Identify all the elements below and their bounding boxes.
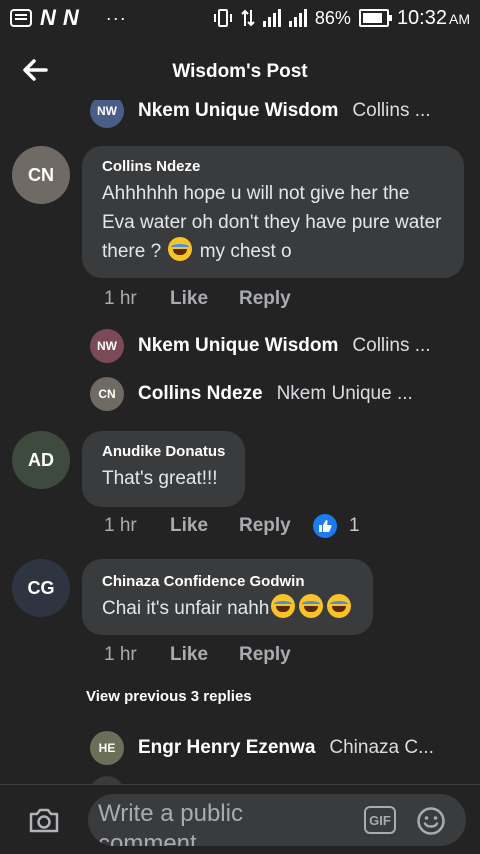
reply-preview-row[interactable]: NW Nkem Unique Wisdom Collins ...: [90, 329, 464, 363]
comment: CG Chinaza Confidence Godwin Chai it's u…: [12, 559, 468, 635]
comment-composer: Write a public comment... GIF: [0, 784, 480, 854]
reaction-summary[interactable]: 1: [313, 514, 360, 538]
comment-time: 1 hr: [104, 644, 137, 665]
avatar[interactable]: CN: [12, 146, 70, 204]
comment-text: Chai it's unfair nahh: [102, 594, 353, 623]
camera-button[interactable]: [0, 785, 88, 854]
reply-preview-text: Chinaza C...: [329, 737, 434, 758]
signal-1-icon: [262, 9, 281, 27]
reply-author[interactable]: Collins Ndeze: [138, 383, 263, 405]
view-previous-replies-link[interactable]: View previous 3 replies: [86, 688, 252, 705]
comment-text: That's great!!!: [102, 468, 218, 489]
avatar[interactable]: [90, 776, 124, 784]
like-button[interactable]: Like: [170, 644, 239, 666]
smiley-icon[interactable]: [416, 806, 446, 836]
comment-time: 1 hr: [104, 515, 137, 536]
app-notification-icon: [10, 9, 32, 27]
signal-2-icon: [288, 9, 307, 27]
avatar[interactable]: NW: [90, 329, 124, 363]
thumbs-up-icon: [313, 514, 337, 538]
comment-bubble[interactable]: Anudike Donatus That's great!!!: [82, 431, 246, 507]
reply-preview-text: Collins ...: [352, 100, 431, 121]
comment-text: Ahhhhhh hope u will not give her the Eva…: [102, 183, 442, 262]
reply-button[interactable]: Reply: [239, 515, 313, 537]
comments-feed[interactable]: NW Nkem Unique Wisdom Collins ... CN Col…: [0, 100, 480, 784]
laughing-emoji-icon: [271, 594, 296, 618]
status-bar: N N ··· 86% 10:32 AM: [0, 0, 480, 36]
like-button[interactable]: Like: [170, 515, 239, 537]
laughing-emoji-icon: [299, 594, 324, 618]
avatar[interactable]: NW: [90, 100, 124, 128]
reply-button[interactable]: Reply: [239, 288, 313, 310]
avatar[interactable]: CN: [90, 377, 124, 411]
reply-preview-row[interactable]: HE Engr Henry Ezenwa Chinaza C...: [90, 731, 464, 765]
comment-time: 1 hr: [104, 288, 137, 309]
avatar[interactable]: AD: [12, 431, 70, 489]
comment-actions: 1 hr Like Reply: [104, 644, 313, 666]
reply-author[interactable]: Nkem Unique Wisdom: [138, 100, 338, 122]
data-transfer-icon: [241, 9, 255, 27]
app-logo-n-icon: N: [40, 5, 56, 30]
comment-author[interactable]: Collins Ndeze: [102, 158, 444, 175]
comment-actions: 1 hr Like Reply 1: [104, 514, 360, 538]
comment-actions: 1 hr Like Reply: [104, 288, 313, 310]
gif-icon[interactable]: GIF: [364, 806, 396, 834]
vibrate-icon: [213, 9, 232, 27]
reply-author[interactable]: Engr Henry Ezenwa: [138, 737, 315, 759]
reply-preview-text: Collins ...: [352, 335, 431, 356]
more-notifications-icon: ···: [105, 7, 127, 28]
reply-author[interactable]: Nkem Unique Wisdom: [138, 335, 338, 357]
comment: CN Collins Ndeze Ahhhhhh hope u will not…: [12, 146, 468, 278]
reply-button[interactable]: Reply: [239, 644, 313, 666]
camera-icon: [29, 808, 59, 832]
top-bar: Wisdom's Post: [0, 36, 480, 104]
battery-percent: 86%: [314, 7, 351, 28]
like-button[interactable]: Like: [170, 288, 239, 310]
avatar[interactable]: CG: [12, 559, 70, 617]
comment: AD Anudike Donatus That's great!!!: [12, 431, 468, 507]
reply-preview-row[interactable]: CN Collins Ndeze Nkem Unique ...: [90, 377, 464, 411]
reply-preview-text: Nkem Unique ...: [276, 383, 413, 404]
comment-bubble[interactable]: Chinaza Confidence Godwin Chai it's unfa…: [82, 559, 374, 635]
comment-bubble[interactable]: Collins Ndeze Ahhhhhh hope u will not gi…: [82, 146, 464, 278]
reaction-count: 1: [349, 515, 360, 536]
laughing-emoji-icon: [168, 237, 193, 261]
page-title: Wisdom's Post: [172, 61, 308, 82]
app-logo-n-icon: N: [62, 5, 79, 30]
comment-author[interactable]: Chinaza Confidence Godwin: [102, 573, 353, 590]
avatar[interactable]: HE: [90, 731, 124, 765]
reply-preview-row[interactable]: NW Nkem Unique Wisdom Collins ...: [90, 100, 464, 128]
battery-icon: [358, 9, 392, 27]
clock: 10:32 AM: [396, 6, 470, 29]
comment-input-placeholder: Write a public comment...: [98, 800, 243, 846]
comment-author[interactable]: Anudike Donatus: [102, 443, 225, 460]
laughing-emoji-icon: [327, 594, 352, 618]
comment-input[interactable]: Write a public comment... GIF: [88, 794, 466, 846]
